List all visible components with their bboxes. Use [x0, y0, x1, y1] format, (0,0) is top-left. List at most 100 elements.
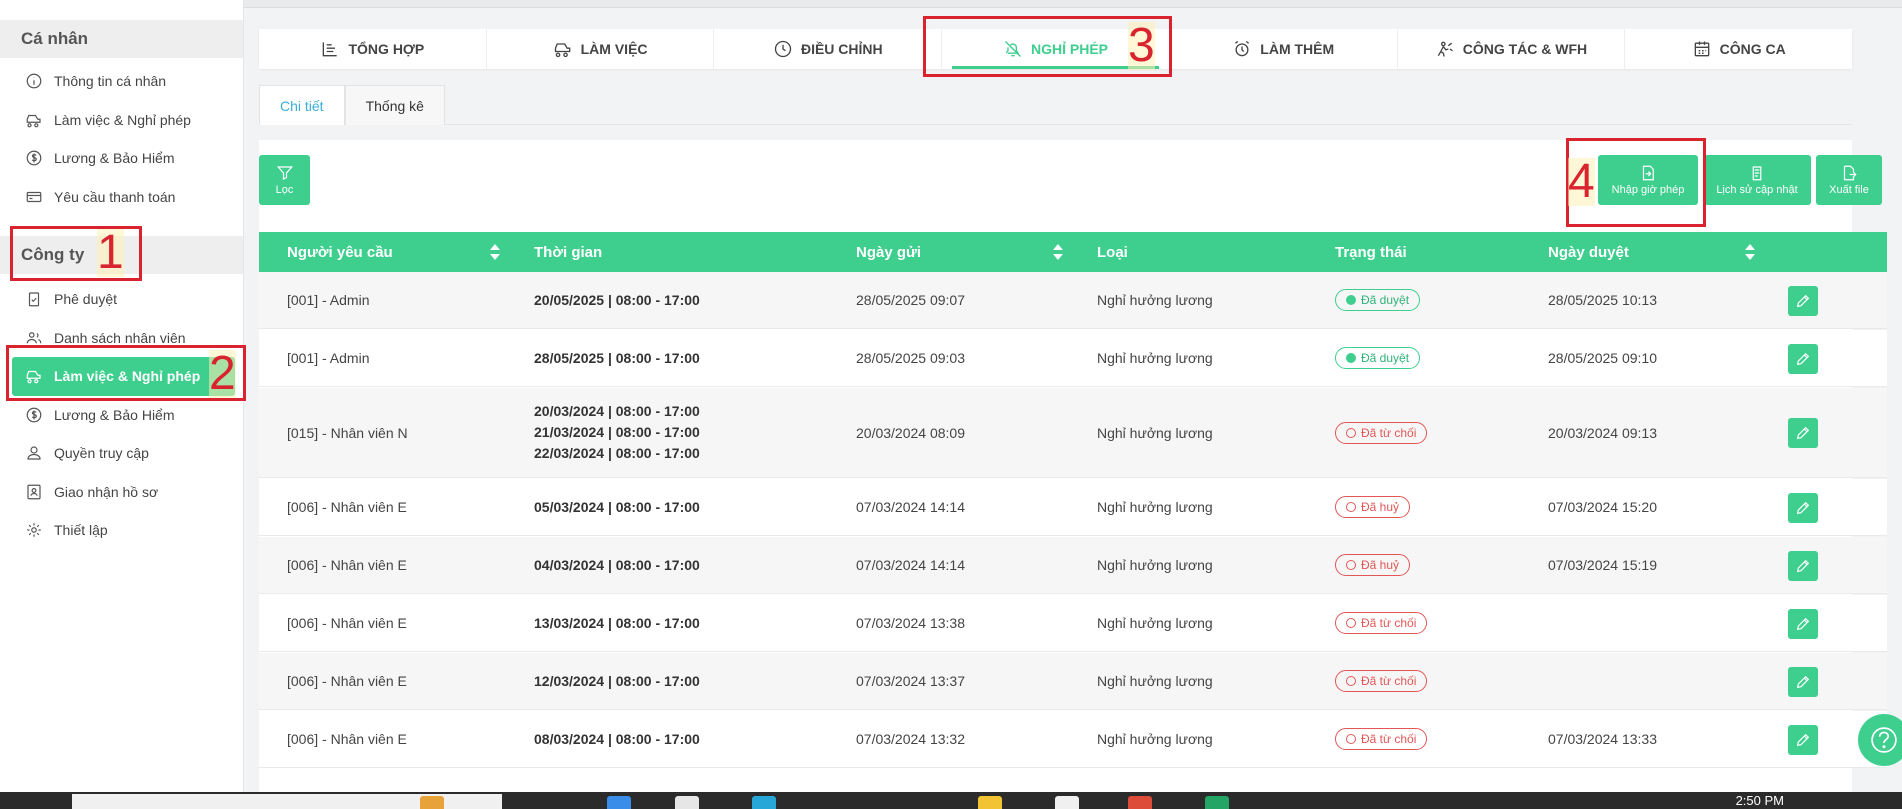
taskbar-app-icon[interactable]	[1128, 796, 1152, 809]
table-row[interactable]: [015] - Nhân viên N 20/03/2024 | 08:00 - …	[259, 388, 1887, 478]
cell-requester: [006] - Nhân viên E	[287, 731, 407, 747]
cell-status: Đã từ chối	[1335, 595, 1428, 651]
users-icon	[24, 328, 44, 348]
export-file-label: Xuất file	[1829, 184, 1869, 196]
top-strip	[244, 0, 1902, 8]
taskbar-app-icon[interactable]	[675, 796, 699, 809]
table-row[interactable]: [001] - Admin 20/05/2025 | 08:00 - 17:00 2…	[259, 272, 1887, 329]
user-icon	[24, 443, 44, 463]
status-badge: Đã huỷ	[1335, 496, 1411, 518]
table-row[interactable]: [006] - Nhân viên E 13/03/2024 | 08:00 - …	[259, 595, 1887, 652]
sidebar-company-item-0[interactable]: Phê duyệt	[0, 280, 243, 319]
status-badge: Đã từ chối	[1335, 421, 1428, 444]
sidebar-item-label: Phê duyệt	[54, 291, 118, 308]
cell-sent-date: 07/03/2024 13:32	[856, 731, 965, 747]
sort-sent-date-icon[interactable]	[1053, 244, 1063, 260]
card-icon	[24, 187, 44, 207]
edit-button[interactable]	[1788, 666, 1818, 697]
tab-5[interactable]: CÔNG TÁC & WFH	[1398, 29, 1626, 69]
edit-button[interactable]	[1788, 343, 1818, 374]
sidebar-company-item-1[interactable]: Danh sách nhân viên	[0, 319, 243, 358]
tab-4[interactable]: LÀM THÊM	[1170, 29, 1398, 69]
edit-button[interactable]	[1788, 418, 1818, 448]
clock-icon	[773, 39, 793, 59]
subtab-detail[interactable]: Chi tiết	[259, 85, 345, 125]
taskbar-app-icon[interactable]	[978, 796, 1002, 809]
edit-button[interactable]	[1788, 608, 1818, 639]
cell-time: 28/05/2025 | 08:00 - 17:00	[534, 330, 700, 386]
sidebar-company-item-2[interactable]: Làm việc & Nghỉ phép	[12, 357, 235, 396]
cancel-circle-icon	[1346, 734, 1356, 744]
update-history-button[interactable]: Lịch sử cập nhật	[1703, 155, 1811, 205]
taskbar-app-icon[interactable]	[607, 796, 631, 809]
subtab-statistics[interactable]: Thống kê	[344, 85, 445, 125]
table-row[interactable]: [001] - Admin 28/05/2025 | 08:00 - 17:00 2…	[259, 330, 1887, 387]
sort-approved-date-icon[interactable]	[1745, 244, 1755, 260]
edit-button[interactable]	[1788, 492, 1818, 523]
status-label: Đã duyệt	[1361, 293, 1410, 307]
time-range: 04/03/2024 | 08:00 - 17:00	[534, 556, 700, 573]
tab-label: ĐIỀU CHỈNH	[800, 41, 883, 57]
tab-label: CÔNG CA	[1719, 41, 1786, 57]
clipboard-icon	[1752, 166, 1762, 181]
status-badge: Đã duyệt	[1335, 347, 1421, 369]
help-button[interactable]	[1858, 714, 1902, 766]
table-row[interactable]: [006] - Nhân viên E 05/03/2024 | 08:00 - …	[259, 479, 1887, 536]
status-badge: Đã từ chối	[1335, 612, 1428, 634]
car-icon	[24, 110, 44, 130]
edit-button[interactable]	[1788, 285, 1818, 316]
sidebar-personal-item-0[interactable]: Thông tin cá nhân	[0, 62, 243, 101]
taskbar-clock: 2:50 PM	[1735, 793, 1784, 808]
tab-0[interactable]: TỔNG HỢP	[259, 29, 487, 69]
pencil-icon	[1796, 733, 1810, 746]
status-label: Đã từ chối	[1361, 674, 1417, 688]
car-icon	[553, 39, 573, 59]
status-label: Đã duyệt	[1361, 351, 1410, 365]
tab-2[interactable]: ĐIỀU CHỈNH	[714, 29, 943, 69]
edit-button[interactable]	[1788, 550, 1818, 581]
sidebar-item-label: Làm việc & Nghỉ phép	[54, 368, 201, 385]
tab-6[interactable]: CÔNG CA	[1625, 29, 1852, 69]
cell-approved-date: 20/03/2024 09:13	[1548, 424, 1657, 441]
export-file-button[interactable]: Xuất file	[1816, 155, 1882, 205]
sidebar-company-item-4[interactable]: Quyền truy cập	[0, 434, 243, 473]
cell-sent-date: 07/03/2024 13:38	[856, 615, 965, 631]
cell-type: Nghỉ hưởng lương	[1097, 615, 1213, 631]
edit-button[interactable]	[1788, 724, 1818, 755]
sidebar-company-item-5[interactable]: Giao nhận hồ sơ	[0, 473, 243, 512]
sidebar-company-item-6[interactable]: Thiết lập	[0, 511, 243, 550]
taskbar-app-icon[interactable]	[752, 796, 776, 809]
import-leave-button[interactable]: Nhập giờ phép	[1598, 155, 1698, 205]
cell-status: Đã từ chối	[1335, 711, 1428, 767]
taskbar-app-icon[interactable]	[1055, 796, 1079, 809]
time-range: 21/03/2024 | 08:00 - 17:00	[534, 424, 700, 440]
sort-requester-icon[interactable]	[490, 244, 500, 260]
pencil-icon	[1796, 352, 1810, 365]
header-sent-date: Ngày gửi	[856, 243, 922, 261]
sidebar-personal-item-2[interactable]: Lương & Bảo Hiểm	[0, 139, 243, 178]
sidebar-personal-item-1[interactable]: Làm việc & Nghỉ phép	[0, 101, 243, 140]
sidebar-item-label: Lương & Bảo Hiểm	[54, 406, 175, 423]
cell-sent-date: 20/03/2024 08:09	[856, 424, 965, 441]
taskbar-app-icon[interactable]	[1205, 796, 1229, 809]
status-badge: Đã huỷ	[1335, 554, 1411, 576]
cell-time: 04/03/2024 | 08:00 - 17:00	[534, 537, 700, 593]
filter-button[interactable]: Lọc	[259, 155, 310, 205]
sidebar-item-label: Thiết lập	[54, 522, 108, 539]
sidebar-personal-item-3[interactable]: Yêu cầu thanh toán	[0, 178, 243, 217]
cell-type: Nghỉ hưởng lương	[1097, 673, 1213, 689]
cell-status: Đã huỷ	[1335, 479, 1411, 535]
status-label: Đã từ chối	[1361, 732, 1417, 746]
cell-sent-date: 28/05/2025 09:03	[856, 350, 965, 366]
tab-label: TỔNG HỢP	[348, 41, 425, 57]
status-label: Đã huỷ	[1361, 500, 1400, 514]
taskbar-app-icon[interactable]	[420, 796, 444, 809]
sidebar-item-label: Quyền truy cập	[54, 445, 149, 462]
table-row[interactable]: [006] - Nhân viên E 08/03/2024 | 08:00 - …	[259, 711, 1887, 768]
cancel-circle-icon	[1346, 427, 1356, 438]
table-row[interactable]: [006] - Nhân viên E 04/03/2024 | 08:00 - …	[259, 537, 1887, 594]
sidebar-company-item-3[interactable]: Lương & Bảo Hiểm	[0, 396, 243, 435]
tab-1[interactable]: LÀM VIỆC	[487, 29, 715, 69]
table-row[interactable]: [006] - Nhân viên E 12/03/2024 | 08:00 - …	[259, 653, 1887, 710]
tab-label: LÀM VIỆC	[580, 41, 648, 57]
